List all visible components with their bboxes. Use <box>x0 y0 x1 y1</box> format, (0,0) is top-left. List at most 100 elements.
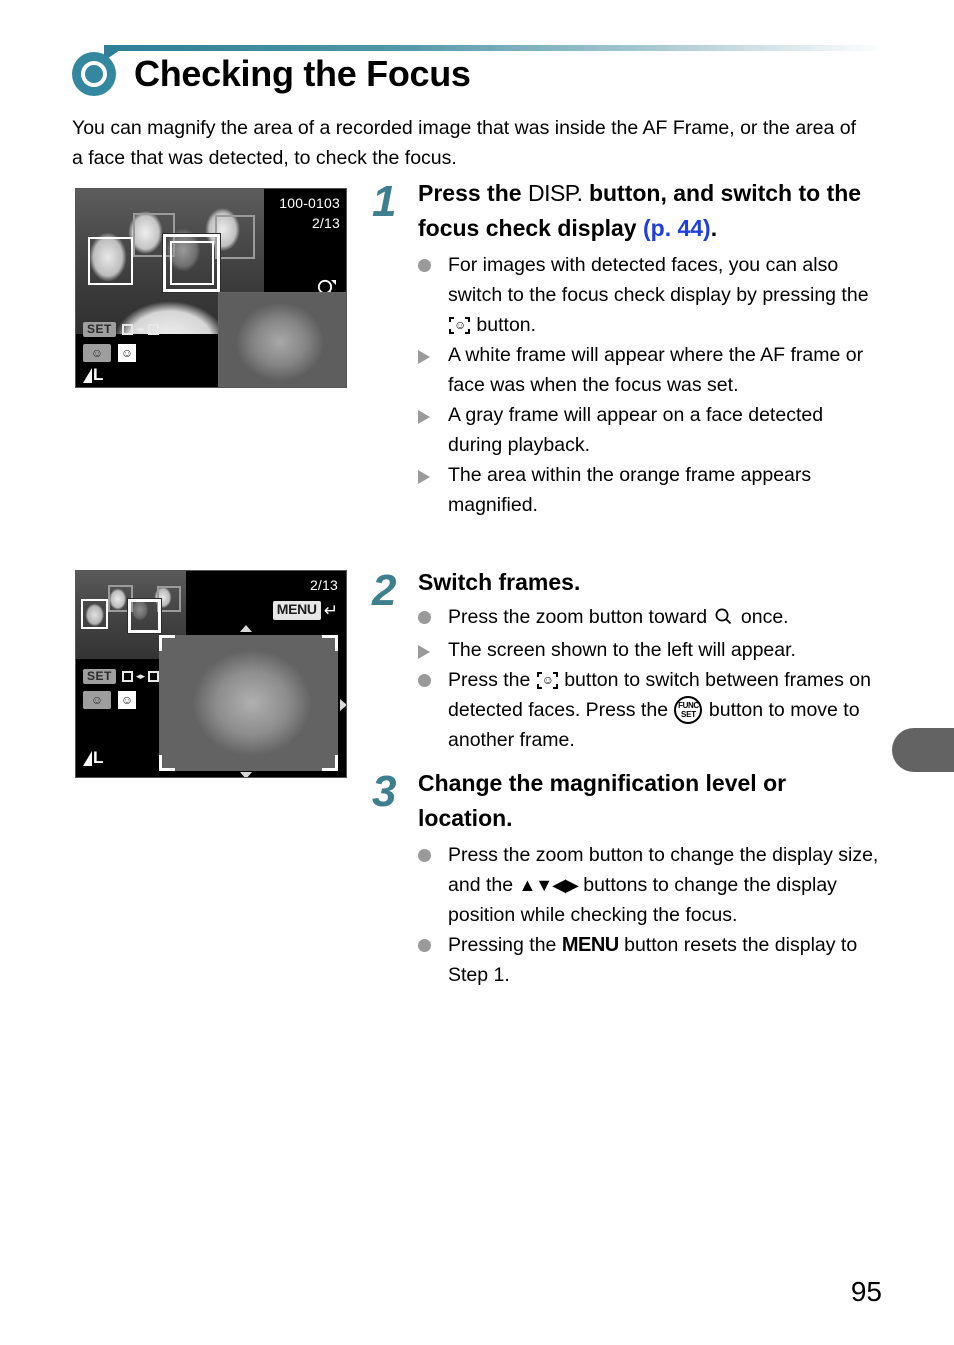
frame-square-right <box>148 671 160 682</box>
step-1-number: 1 <box>372 177 397 226</box>
bullet-dot-mark <box>418 840 448 862</box>
step-1-bullets: For images with detected faces, you can … <box>418 250 882 520</box>
file-number-label: 100-0103 <box>279 195 340 211</box>
bullet-text-part: For images with detected faces, you can … <box>448 254 869 306</box>
af-frame-gray-2 <box>215 215 255 259</box>
disp-glyph-icon: DISP. <box>527 180 583 206</box>
face-detect-icon: ☺ <box>118 691 136 709</box>
bullet-item: Press the ☺ button to switch between fra… <box>418 665 872 755</box>
frame-square-left <box>122 324 133 335</box>
bullet-triangle-mark <box>418 340 448 364</box>
image-quality-badge: L <box>83 365 103 384</box>
image-counter-label: 2/13 <box>309 577 338 593</box>
page-reference-link[interactable]: (p. 44) <box>643 215 711 241</box>
frame-square-right <box>148 324 160 335</box>
face-glyph: ☺ <box>120 693 134 707</box>
nav-right-icon <box>340 699 346 711</box>
bullet-item: The area within the orange frame appears… <box>418 460 882 520</box>
step-2-heading: Switch frames. <box>418 569 581 595</box>
menu-glyph-icon: MENU <box>561 934 619 956</box>
bullet-item: A white frame will appear where the AF f… <box>418 340 882 400</box>
step-3: 3 Change the magnification level or loca… <box>372 766 884 990</box>
frame-switch-icon: ◂▸ <box>122 671 160 682</box>
corner-bottom-right <box>322 755 338 771</box>
bullet-text: The area within the orange frame appears… <box>448 464 812 516</box>
frame-switch-arrows: ◂▸ <box>136 671 146 681</box>
image-quality-badge: L <box>83 748 103 767</box>
step-1-heading-a: Press the <box>418 180 528 206</box>
nav-down-icon <box>240 772 252 777</box>
bullet-text: Press the ☺ button to switch between fra… <box>448 665 872 755</box>
bullet-triangle-mark <box>418 460 448 484</box>
bullet-item: Pressing the MENU button resets the disp… <box>418 930 884 990</box>
face-detect-icon: ☺ <box>118 344 136 362</box>
bullet-text-part: Press the zoom button toward <box>448 606 713 628</box>
quality-triangle-icon <box>83 751 92 766</box>
bullet-text: A white frame will appear where the AF f… <box>448 344 864 396</box>
return-arrow-icon: ↵ <box>323 600 338 620</box>
filled-ring-icon <box>72 52 116 96</box>
updownleftright-arrows-icon: ▲▼◀▶ <box>518 875 578 895</box>
bullet-item: For images with detected faces, you can … <box>418 250 882 340</box>
face-select-icon: ☺ <box>536 672 558 689</box>
set-badge: SET <box>83 669 116 684</box>
af-frame-white-1 <box>88 237 133 285</box>
frame-switch-arrows: ◂▸ <box>136 324 146 334</box>
bullet-dot-mark <box>418 602 448 624</box>
bullet-text-part: Pressing the <box>448 934 562 956</box>
quality-letter: L <box>93 748 103 767</box>
face-select-icon: ☺ <box>449 317 470 334</box>
screenshot-focus-check-overview: 100-0103 2/13 SET ◂▸ ☺ ☺ L <box>75 188 347 388</box>
bullet-item: Press the zoom button to change the disp… <box>418 840 884 930</box>
step-2-number: 2 <box>372 566 397 615</box>
screenshot-focus-check-magnified: 2/13 MENU ↵ SET ◂▸ ☺ ☺ L <box>75 570 347 778</box>
quality-letter: L <box>93 365 103 384</box>
bullet-text: The screen shown to the left will appear… <box>448 639 796 661</box>
func-set-icon: FUNC SET <box>674 696 703 724</box>
quality-triangle-icon <box>83 368 92 383</box>
bullet-dot-mark <box>418 250 448 272</box>
face-glyph: ☺ <box>120 346 134 360</box>
menu-label: MENU <box>272 601 321 620</box>
bullet-text: For images with detected faces, you can … <box>448 250 882 340</box>
face-glyph: ☺ <box>90 693 104 707</box>
corner-top-left <box>159 635 175 651</box>
bullet-item: A gray frame will appear on a face detec… <box>418 400 882 460</box>
step-3-bullets: Press the zoom button to change the disp… <box>418 840 884 990</box>
bullet-text: Press the zoom button to change the disp… <box>448 840 884 930</box>
thumb-af-frame-white-1 <box>81 599 108 629</box>
corner-top-right <box>322 635 338 651</box>
bullet-text-part: once. <box>735 606 789 628</box>
set-badge: SET <box>83 322 116 337</box>
bullet-triangle-mark <box>418 400 448 424</box>
header-rule <box>110 45 885 51</box>
intro-paragraph: You can magnify the area of a recorded i… <box>72 117 857 169</box>
bullet-text: Press the zoom button toward once. <box>448 602 872 635</box>
bullet-text: A gray frame will appear on a face detec… <box>448 404 824 456</box>
face-glyph: ☺ <box>90 346 104 360</box>
frame-switch-icon: ◂▸ <box>122 324 160 335</box>
set-label: SET <box>680 710 696 719</box>
step-1-heading-c: . <box>710 215 718 241</box>
func-label: FUNC <box>678 701 699 710</box>
face-select-icon: ☺ <box>83 344 111 362</box>
magnify-frame-corners <box>159 635 338 771</box>
step-2-bullets: Press the zoom button toward once. The s… <box>418 602 872 755</box>
bullet-item: The screen shown to the left will appear… <box>418 635 872 665</box>
af-frame-white-2 <box>170 241 214 285</box>
page-title: Checking the Focus <box>134 53 471 94</box>
bullet-dot-mark <box>418 665 448 687</box>
corner-bottom-left <box>159 755 175 771</box>
bullet-dot-mark <box>418 930 448 952</box>
thumb-af-frame-orange-selected <box>128 599 161 633</box>
frame-square-left <box>122 671 133 682</box>
image-counter-label: 2/13 <box>311 215 340 231</box>
face-select-icon: ☺ <box>83 691 111 709</box>
bullet-text-part: button. <box>471 314 537 336</box>
step-1: 1 Press the DISP. button, and switch to … <box>372 176 882 520</box>
bullet-item: Press the zoom button toward once. <box>418 602 872 635</box>
bullet-triangle-mark <box>418 635 448 659</box>
step-2: 2 Switch frames. Press the zoom button t… <box>372 565 872 755</box>
step-3-number: 3 <box>372 767 397 816</box>
step-1-heading: Press the DISP. button, and switch to th… <box>418 176 882 246</box>
